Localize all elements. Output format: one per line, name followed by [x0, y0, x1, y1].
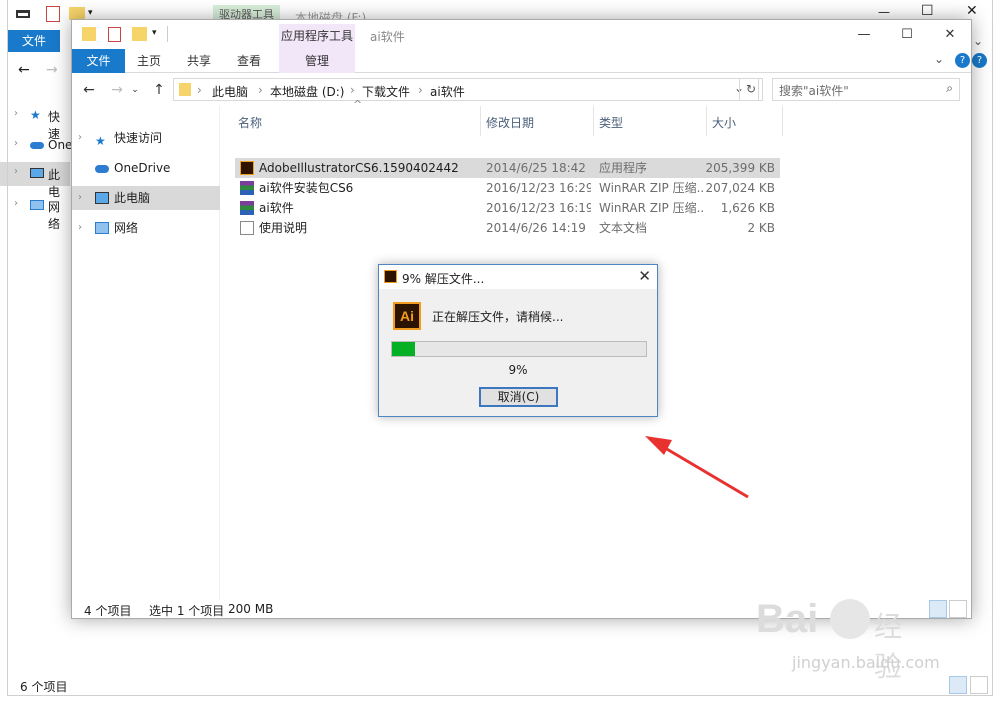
- breadcrumb-ai-software[interactable]: ai软件: [430, 83, 465, 100]
- application-tools-tab[interactable]: 应用程序工具: [279, 24, 355, 49]
- window-title: ai软件: [370, 30, 405, 44]
- bg-nav-arrows: ← →: [0, 60, 70, 82]
- drive-icon: [16, 10, 30, 18]
- tab-home[interactable]: 主页: [126, 49, 172, 73]
- quick-access-dropdown-icon[interactable]: ▾: [88, 8, 93, 18]
- dialog-close-button[interactable]: ✕: [638, 267, 651, 285]
- breadcrumb-this-pc[interactable]: 此电脑: [212, 83, 248, 100]
- close-button[interactable]: ✕: [935, 25, 965, 45]
- ai-app-icon: [384, 270, 397, 283]
- watermark-brand-cn: 经验: [874, 610, 903, 683]
- recent-locations-icon[interactable]: ⌄: [126, 81, 144, 99]
- refresh-icon[interactable]: ↻: [739, 78, 763, 101]
- file-row[interactable]: ai软件安装包CS6 2016/12/23 16:29 WinRAR ZIP 压…: [235, 178, 780, 198]
- cloud-icon: [95, 165, 109, 173]
- bg-large-icons-view-button[interactable]: [970, 676, 988, 694]
- file-row[interactable]: ai软件 2016/12/23 16:19 WinRAR ZIP 压缩... 1…: [235, 198, 780, 218]
- bg-help-icon[interactable]: ?: [972, 53, 987, 68]
- column-header-type[interactable]: 类型: [599, 114, 623, 131]
- nav-this-pc[interactable]: › 此电脑: [72, 186, 220, 210]
- item-count: 4 个项目: [84, 604, 132, 618]
- extract-progress-dialog: 9% 解压文件... ✕ Ai 正在解压文件，请稍候... 9% 取消(C): [378, 264, 658, 417]
- text-doc-icon: [240, 221, 254, 235]
- selected-size: 200 MB: [228, 602, 274, 616]
- sort-ascending-icon: ^: [353, 98, 363, 111]
- tab-manage[interactable]: 管理: [279, 49, 355, 73]
- bg-forward-arrow-icon[interactable]: →: [46, 62, 58, 78]
- navigation-pane: › ★ 快速访问 OneDrive › 此电脑 › 网络: [72, 106, 220, 600]
- properties-icon[interactable]: [46, 6, 60, 22]
- nav-quick-access[interactable]: › ★ 快速访问: [72, 126, 220, 150]
- bg-ribbon-collapse-icon[interactable]: ⌄: [973, 34, 983, 48]
- file-row[interactable]: AdobeIllustratorCS6.1590402442 2014/6/25…: [235, 158, 780, 178]
- ai-app-icon: [240, 161, 254, 175]
- tab-file[interactable]: 文件: [72, 49, 125, 73]
- dialog-message: 正在解压文件，请稍候...: [432, 310, 564, 324]
- watermark-brand: Bai: [756, 597, 819, 641]
- breadcrumb-drive-d[interactable]: 本地磁盘 (D:): [270, 83, 344, 100]
- large-icons-view-button[interactable]: [949, 600, 967, 618]
- bg-tree-onedrive[interactable]: › One: [0, 134, 72, 158]
- titlebar-divider: [167, 26, 168, 42]
- forward-arrow-icon[interactable]: →: [108, 81, 126, 99]
- folder-icon: [179, 83, 191, 96]
- network-icon: [30, 200, 44, 210]
- nav-network[interactable]: › 网络: [72, 216, 220, 240]
- bg-status-count: 6 个项目: [20, 680, 68, 694]
- bg-details-view-button[interactable]: [949, 676, 967, 694]
- cancel-button[interactable]: 取消(C): [479, 387, 558, 407]
- computer-icon: [30, 168, 44, 178]
- star-icon: ★: [30, 108, 41, 122]
- network-icon: [95, 222, 109, 234]
- progress-percent: 9%: [508, 363, 528, 377]
- bg-tree-quick[interactable]: › ★ 快速: [0, 104, 70, 141]
- bg-tree-network[interactable]: › 网络: [0, 194, 70, 231]
- tab-view[interactable]: 查看: [226, 49, 272, 73]
- column-header-name[interactable]: 名称: [238, 114, 262, 131]
- nav-onedrive[interactable]: OneDrive: [72, 156, 220, 180]
- bg-close-button[interactable]: ✕: [966, 3, 978, 19]
- cloud-icon: [30, 142, 44, 149]
- dialog-titlebar: 9% 解压文件... ✕: [379, 265, 657, 289]
- dialog-title: 9% 解压文件...: [402, 272, 485, 286]
- search-input[interactable]: 搜索"ai软件" ⌕: [772, 78, 960, 101]
- up-arrow-icon[interactable]: ↑: [150, 81, 168, 99]
- minimize-button[interactable]: —: [849, 25, 879, 45]
- tab-share[interactable]: 共享: [176, 49, 222, 73]
- properties-icon[interactable]: [108, 27, 121, 42]
- bg-file-tab[interactable]: 文件: [8, 30, 60, 52]
- search-icon: ⌕: [946, 81, 953, 95]
- bg-tree-thispc[interactable]: › 此电: [0, 162, 70, 199]
- bg-back-arrow-icon[interactable]: ←: [18, 62, 30, 78]
- address-bar[interactable]: › 此电脑 › 本地磁盘 (D:) › 下载文件 › ai软件 ⌄: [173, 78, 759, 101]
- computer-icon: [95, 192, 109, 204]
- help-icon[interactable]: ?: [955, 53, 970, 68]
- column-header-date[interactable]: 修改日期: [486, 114, 534, 131]
- illustrator-icon: Ai: [393, 302, 421, 330]
- quick-access-dropdown-icon[interactable]: ▾: [152, 28, 157, 38]
- address-bar-row: ← → ⌄ ↑ › 此电脑 › 本地磁盘 (D:) › 下载文件 › ai软件 …: [72, 77, 971, 103]
- winrar-icon: [240, 181, 254, 195]
- ribbon-collapse-icon[interactable]: ⌄: [934, 52, 944, 66]
- search-placeholder: 搜索"ai软件": [779, 84, 849, 98]
- column-header-size[interactable]: 大小: [712, 114, 736, 131]
- folder-icon: [82, 27, 96, 41]
- winrar-icon: [240, 201, 254, 215]
- details-view-button[interactable]: [929, 600, 947, 618]
- watermark-url: jingyan.baidu.com: [792, 653, 940, 672]
- bg-maximize-button[interactable]: ☐: [921, 3, 934, 19]
- extract-progress-bar: [391, 341, 647, 357]
- bg-minimize-button[interactable]: —: [878, 5, 890, 19]
- selected-count: 选中 1 个项目: [149, 604, 225, 618]
- file-row[interactable]: 使用说明 2014/6/26 14:19 文本文档 2 KB: [235, 218, 780, 238]
- paw-icon: [830, 599, 870, 639]
- breadcrumb-downloads[interactable]: 下载文件: [362, 83, 410, 100]
- back-arrow-icon[interactable]: ←: [80, 81, 98, 99]
- star-icon: ★: [95, 134, 106, 148]
- titlebar: ▾ 应用程序工具 ai软件 — ☐ ✕: [72, 20, 971, 49]
- progress-fill: [392, 342, 415, 356]
- new-folder-icon[interactable]: [132, 27, 147, 41]
- ribbon-tabs: 文件 主页 共享 查看 管理 ⌄ ?: [72, 49, 971, 73]
- maximize-button[interactable]: ☐: [892, 25, 922, 45]
